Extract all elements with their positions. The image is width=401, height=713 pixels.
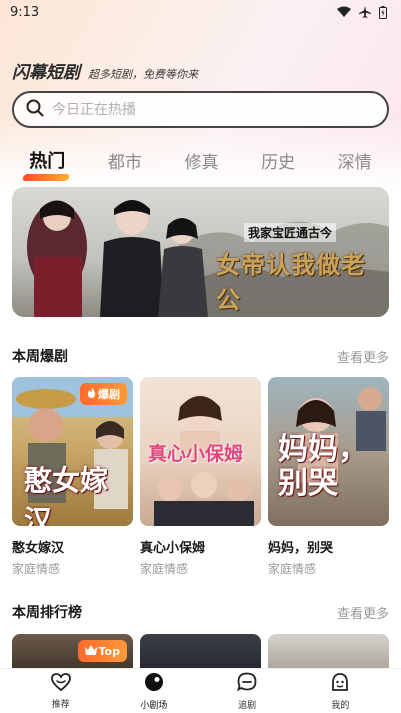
badge-label: 爆剧 bbox=[98, 388, 120, 401]
nav-theater[interactable]: 小剧场 bbox=[124, 672, 184, 711]
drama-title: 妈妈，别哭 bbox=[268, 541, 334, 556]
badge-label: Top bbox=[98, 644, 120, 658]
see-more-link[interactable]: 查看更多 bbox=[337, 603, 389, 622]
drama-card[interactable]: 妈妈，别哭 妈妈，别哭 家庭情感 bbox=[268, 377, 389, 577]
app-slogan: 超多短剧，免费等你来 bbox=[88, 68, 198, 81]
hot-badge: 爆剧 bbox=[80, 383, 127, 405]
brand-row: 闪幕短剧 超多短剧，免费等你来 bbox=[12, 58, 198, 83]
tab-urban[interactable]: 都市 bbox=[102, 144, 148, 177]
banner-title: 女帝认我做老公 bbox=[216, 250, 366, 314]
tab-label: 深情 bbox=[337, 152, 372, 173]
tab-history[interactable]: 历史 bbox=[255, 144, 301, 177]
wifi-icon bbox=[337, 6, 351, 18]
drama-genre: 家庭情感 bbox=[140, 562, 189, 576]
nav-label: 小剧场 bbox=[140, 700, 168, 711]
tab-label: 历史 bbox=[261, 152, 296, 173]
poster-title: 憨女嫁汉 bbox=[24, 464, 109, 526]
status-time: 9:13 bbox=[10, 4, 40, 20]
bottom-navigation: 推荐 小剧场 追剧 我的 bbox=[0, 668, 401, 713]
nav-following[interactable]: 追剧 bbox=[217, 672, 277, 711]
see-more-link[interactable]: 查看更多 bbox=[337, 347, 389, 366]
section-title: 本周排行榜 bbox=[12, 605, 82, 621]
search-bar[interactable] bbox=[12, 91, 389, 128]
nav-recommend[interactable]: 推荐 bbox=[31, 672, 91, 710]
category-tabs: 热门 都市 修真 历史 深情 bbox=[0, 140, 401, 181]
drama-genre: 家庭情感 bbox=[12, 562, 61, 576]
status-bar: 9:13 bbox=[0, 0, 401, 24]
poster-title: 真心小保姆 bbox=[148, 443, 244, 465]
heart-icon bbox=[50, 672, 71, 695]
fire-icon bbox=[87, 387, 96, 401]
drama-card[interactable]: 真心小保姆 真心小保姆 家庭情感 bbox=[140, 377, 261, 577]
drama-poster: 憨女嫁汉 爆剧 bbox=[12, 377, 133, 526]
section-weekly-rank: 本周排行榜 查看更多 bbox=[12, 602, 389, 622]
drama-poster: 妈妈，别哭 bbox=[268, 377, 389, 526]
poster-title: 妈妈，别哭 bbox=[278, 432, 368, 501]
top-badge: Top bbox=[77, 640, 127, 662]
drama-genre: 家庭情感 bbox=[268, 562, 317, 576]
banner-tag: 我家宝匠通古今 bbox=[244, 223, 337, 242]
active-tab-indicator bbox=[22, 174, 71, 181]
tab-label: 都市 bbox=[107, 152, 142, 173]
nav-label: 推荐 bbox=[51, 699, 70, 710]
tab-romance[interactable]: 深情 bbox=[332, 144, 378, 177]
tab-cultivation[interactable]: 修真 bbox=[178, 144, 224, 177]
battery-icon bbox=[379, 5, 387, 19]
search-icon bbox=[26, 99, 44, 121]
drama-title: 真心小保姆 bbox=[140, 541, 206, 556]
nav-label: 我的 bbox=[331, 700, 350, 711]
crown-icon bbox=[84, 644, 97, 658]
airplane-icon bbox=[359, 6, 371, 18]
search-input[interactable] bbox=[52, 101, 352, 118]
section-weekly-hits: 本周爆剧 查看更多 bbox=[12, 346, 389, 366]
nav-label: 追剧 bbox=[238, 700, 257, 711]
profile-icon bbox=[330, 672, 350, 696]
theater-icon bbox=[144, 672, 164, 696]
tab-hot[interactable]: 热门 bbox=[22, 143, 71, 181]
drama-title: 憨女嫁汉 bbox=[12, 541, 65, 556]
nav-profile[interactable]: 我的 bbox=[310, 672, 370, 711]
drama-poster: 真心小保姆 bbox=[140, 377, 261, 526]
app-name: 闪幕短剧 bbox=[12, 63, 80, 83]
drama-card[interactable]: 憨女嫁汉 爆剧 憨女嫁汉 家庭情感 bbox=[12, 377, 133, 577]
chat-icon bbox=[237, 672, 257, 696]
tab-label: 修真 bbox=[184, 152, 219, 173]
featured-banner[interactable]: 我家宝匠通古今 女帝认我做老公 bbox=[12, 187, 389, 317]
section-title: 本周爆剧 bbox=[12, 349, 68, 365]
tab-label: 热门 bbox=[29, 151, 66, 172]
